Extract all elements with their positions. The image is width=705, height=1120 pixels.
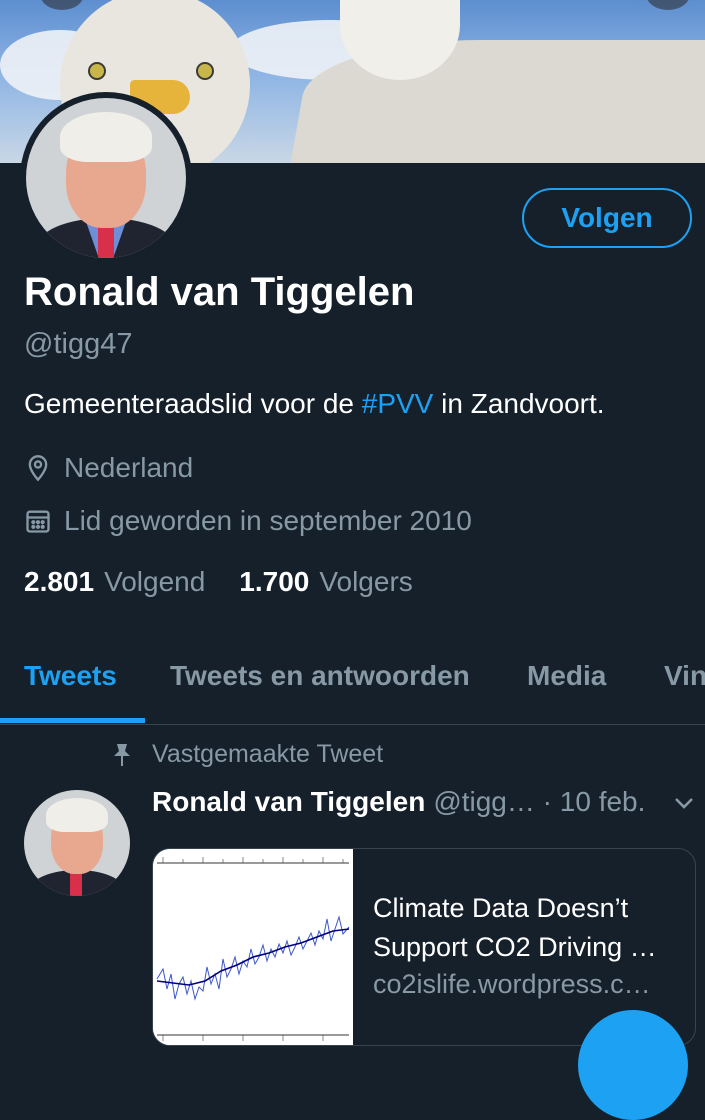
calendar-icon — [26, 510, 50, 533]
followers-label: Volgers — [319, 566, 413, 597]
tweet-author-handle: @tigg… — [433, 786, 535, 817]
banner-seagull-wing — [287, 40, 705, 163]
banner-seagull-eye — [88, 62, 106, 80]
tab-tweets[interactable]: Tweets — [24, 660, 117, 692]
bio-text-end: in Zandvoort. — [433, 388, 605, 419]
card-domain: co2islife.wordpress.c… — [373, 969, 651, 999]
profile-joined-date: Lid geworden in september 2010 — [24, 505, 472, 537]
card-title: Climate Data Doesn’t Support CO2 Driving… — [373, 893, 657, 962]
tab-tweets-and-replies[interactable]: Tweets en antwoorden — [170, 660, 470, 692]
follow-button[interactable]: Volgen — [522, 188, 692, 248]
pinned-label-text: Vastgemaakte Tweet — [152, 740, 384, 768]
following-label: Volgend — [104, 566, 206, 597]
profile-name: Ronald van Tiggelen — [24, 270, 415, 314]
tweet-header: Ronald van Tiggelen @tigg… · 10 feb. — [152, 786, 645, 818]
chevron-down-icon[interactable] — [672, 794, 696, 812]
card-text: Climate Data Doesn’t Support CO2 Driving… — [373, 889, 683, 1000]
bio-hashtag-link[interactable]: #PVV — [362, 388, 434, 419]
profile-stats: 2.801 Volgend 1.700 Volgers — [24, 566, 447, 598]
location-text: Nederland — [64, 452, 194, 483]
compose-tweet-button[interactable] — [578, 1010, 688, 1120]
profile-location: Nederland — [24, 452, 193, 484]
pinned-tweet-label: Vastgemaakte Tweet — [112, 740, 383, 769]
followers-count: 1.700 — [239, 566, 310, 597]
following-count: 2.801 — [24, 566, 95, 597]
more-button[interactable] — [646, 0, 690, 10]
profile-bio: Gemeenteraadslid voor de #PVV in Zandvoo… — [24, 388, 605, 420]
profile-handle: @tigg47 — [24, 328, 133, 360]
tweet-author-avatar[interactable] — [24, 790, 130, 896]
banner-seagull-eye — [196, 62, 214, 80]
tab-likes[interactable]: Vin — [664, 660, 705, 692]
followers-stat[interactable]: 1.700 Volgers — [239, 566, 412, 598]
back-button[interactable] — [40, 0, 84, 10]
profile-tabs: Tweets Tweets en antwoorden Media Vin — [0, 640, 705, 725]
pin-icon — [114, 743, 130, 766]
tab-media[interactable]: Media — [527, 660, 606, 692]
location-pin-icon — [28, 455, 48, 482]
avatar-image — [26, 98, 186, 258]
following-stat[interactable]: 2.801 Volgend — [24, 566, 205, 598]
profile-avatar[interactable] — [20, 92, 192, 264]
joined-text: Lid geworden in september 2010 — [64, 505, 472, 536]
active-tab-indicator — [0, 718, 145, 723]
bio-text: Gemeenteraadslid voor de — [24, 388, 362, 419]
tweet-author-name[interactable]: Ronald van Tiggelen — [152, 786, 425, 818]
card-thumbnail — [153, 849, 353, 1045]
tweet-date[interactable]: · 10 feb. — [543, 786, 646, 818]
